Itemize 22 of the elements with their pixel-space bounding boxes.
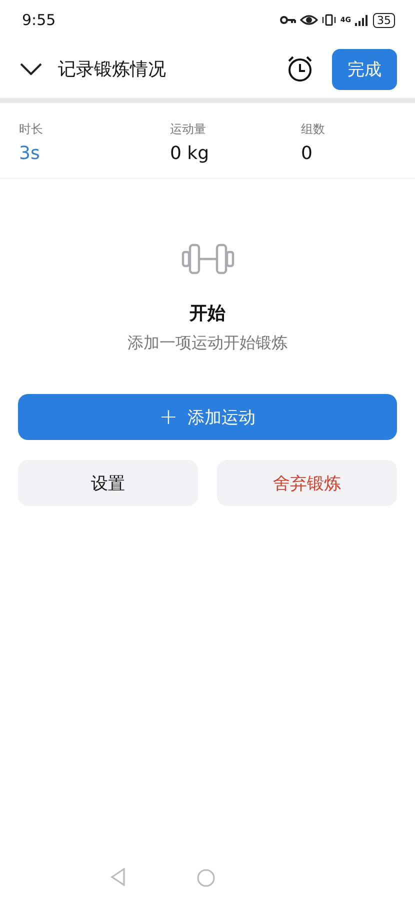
signal-icon: [355, 14, 369, 26]
chevron-down-icon[interactable]: [20, 63, 42, 75]
stat-value: 0: [301, 143, 314, 164]
stat-value: 3s: [19, 143, 41, 164]
page-title: 记录锻炼情况: [58, 58, 167, 81]
add-exercise-button[interactable]: + 添加运动: [18, 394, 397, 440]
status-time: 9:55: [22, 11, 56, 29]
stat-label: 时长: [19, 121, 44, 138]
empty-subtitle: 添加一项运动开始锻炼: [128, 333, 288, 354]
discard-button[interactable]: 舍弃锻炼: [217, 460, 397, 506]
dumbbell-icon: [180, 243, 234, 275]
stat-value: 0 kg: [170, 143, 210, 164]
empty-title: 开始: [190, 302, 226, 325]
done-button[interactable]: 完成: [332, 48, 397, 90]
alarm-clock-icon[interactable]: [286, 55, 314, 83]
eye-icon: [300, 14, 318, 26]
key-icon: [280, 15, 296, 25]
settings-button[interactable]: 设置: [18, 460, 198, 506]
battery-level: 35: [373, 12, 395, 28]
stat-label: 组数: [301, 121, 326, 138]
stat-label: 运动量: [170, 121, 207, 138]
vibrate-icon: [322, 14, 336, 26]
